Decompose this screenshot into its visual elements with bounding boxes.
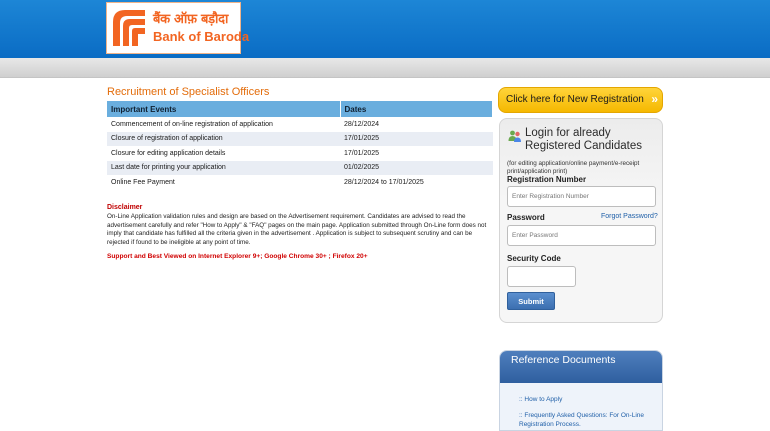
reference-documents-list: :: How to Apply :: Frequently Asked Ques… bbox=[500, 383, 662, 430]
submit-button[interactable]: Submit bbox=[507, 292, 555, 310]
column-header-dates: Dates bbox=[340, 101, 493, 117]
brand-name-english: Bank of Baroda bbox=[153, 29, 250, 44]
new-registration-button[interactable]: Click here for New Registration » bbox=[498, 87, 663, 113]
date-cell: 28/12/2024 to 17/01/2025 bbox=[340, 175, 493, 190]
registration-number-input[interactable] bbox=[507, 186, 656, 207]
password-label: Password bbox=[507, 213, 545, 222]
reference-documents-panel: Reference Documents :: How to Apply :: F… bbox=[499, 350, 663, 431]
date-cell: 28/12/2024 bbox=[340, 117, 493, 132]
baroda-sun-icon bbox=[113, 10, 145, 46]
reference-documents-title: Reference Documents bbox=[500, 351, 662, 383]
table-row: Commencement of on-line registration of … bbox=[107, 117, 493, 132]
how-to-apply-link[interactable]: :: How to Apply bbox=[519, 395, 649, 404]
event-cell: Commencement of on-line registration of … bbox=[107, 117, 340, 132]
disclaimer-title: Disclaimer bbox=[107, 204, 143, 211]
table-header-row: Important Events Dates bbox=[107, 101, 493, 117]
date-cell: 17/01/2025 bbox=[340, 146, 493, 161]
brand-name-hindi: बैंक ऑफ़ बड़ौदा bbox=[153, 12, 229, 27]
sub-navigation-bar bbox=[0, 58, 770, 78]
browser-support-note: Support and Best Viewed on Internet Expl… bbox=[107, 253, 368, 260]
login-title: Login for already Registered Candidates bbox=[525, 127, 642, 152]
important-events-table: Important Events Dates Commencement of o… bbox=[107, 101, 493, 190]
users-icon bbox=[508, 130, 521, 142]
date-cell: 01/02/2025 bbox=[340, 160, 493, 176]
column-header-events: Important Events bbox=[107, 101, 341, 117]
event-cell: Closure of registration of application bbox=[107, 131, 340, 147]
registration-number-label: Registration Number bbox=[507, 175, 587, 184]
faq-link[interactable]: :: Frequently Asked Questions: For On-Li… bbox=[519, 411, 649, 429]
forgot-password-link[interactable]: Forgot Password? bbox=[601, 213, 658, 220]
event-cell: Closure for editing application details bbox=[107, 146, 340, 161]
double-chevron-right-icon: » bbox=[651, 92, 658, 106]
login-panel: Login for already Registered Candidates … bbox=[499, 118, 663, 323]
table-row: Last date for printing your application … bbox=[107, 160, 493, 176]
event-cell: Last date for printing your application bbox=[107, 160, 340, 176]
disclaimer-text: On-Line Application validation rules and… bbox=[107, 213, 487, 246]
new-registration-label: Click here for New Registration bbox=[506, 94, 644, 105]
date-cell: 17/01/2025 bbox=[340, 131, 493, 147]
security-code-label: Security Code bbox=[507, 254, 561, 263]
bank-logo[interactable]: बैंक ऑफ़ बड़ौदा Bank of Baroda bbox=[106, 2, 249, 54]
table-row: Closure of registration of application 1… bbox=[107, 131, 493, 147]
security-code-input[interactable] bbox=[507, 266, 576, 287]
login-note: (for editing application/online payment/… bbox=[507, 160, 640, 175]
table-row: Online Fee Payment 28/12/2024 to 17/01/2… bbox=[107, 175, 493, 190]
page-title: Recruitment of Specialist Officers bbox=[107, 86, 270, 98]
table-row: Closure for editing application details … bbox=[107, 146, 493, 161]
header-bar: बैंक ऑफ़ बड़ौदा Bank of Baroda bbox=[0, 0, 770, 58]
password-input[interactable] bbox=[507, 225, 656, 246]
event-cell: Online Fee Payment bbox=[107, 175, 340, 190]
